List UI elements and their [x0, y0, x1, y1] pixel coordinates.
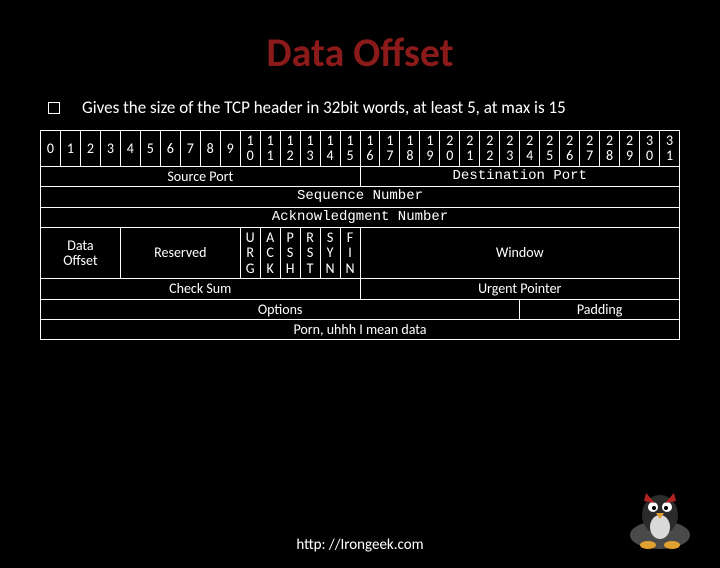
- flag-urg: URG: [240, 227, 260, 278]
- bit-cell: 30: [640, 131, 660, 167]
- reserved-cell: Reserved: [120, 227, 240, 278]
- bit-cell: 14: [320, 131, 340, 167]
- bit-cell: 26: [560, 131, 580, 167]
- seq-row: Sequence Number: [41, 187, 680, 207]
- data-row: Porn, uhhh I mean data: [41, 319, 680, 339]
- bit-number-row: 0 1 2 3 4 5 6 7 8 9 10 11 12 13 14 15 16…: [41, 131, 680, 167]
- bit-cell: 3: [100, 131, 120, 167]
- flag-syn: SYN: [320, 227, 340, 278]
- bit-cell: 5: [140, 131, 160, 167]
- bit-cell: 23: [500, 131, 520, 167]
- bit-cell: 10: [240, 131, 260, 167]
- bit-cell: 31: [660, 131, 680, 167]
- ports-row: Source Port Destination Port: [41, 166, 680, 186]
- checksum-cell: Check Sum: [41, 279, 361, 299]
- tcp-header-table: 0 1 2 3 4 5 6 7 8 9 10 11 12 13 14 15 16…: [40, 130, 680, 340]
- mascot-icon: [620, 485, 700, 550]
- options-row: Options Padding: [41, 299, 680, 319]
- bit-cell: 24: [520, 131, 540, 167]
- bit-cell: 6: [160, 131, 180, 167]
- ack-number-cell: Acknowledgment Number: [41, 207, 680, 227]
- slide-title: Data Offset: [0, 28, 720, 77]
- flag-fin: FIN: [340, 227, 360, 278]
- data-offset-cell: DataOffset: [41, 227, 121, 278]
- bit-cell: 16: [360, 131, 380, 167]
- data-cell: Porn, uhhh I mean data: [41, 319, 680, 339]
- options-cell: Options: [41, 299, 520, 319]
- bit-cell: 7: [180, 131, 200, 167]
- bit-cell: 21: [460, 131, 480, 167]
- bit-cell: 18: [400, 131, 420, 167]
- ack-row: Acknowledgment Number: [41, 207, 680, 227]
- bit-cell: 15: [340, 131, 360, 167]
- bit-cell: 1: [60, 131, 80, 167]
- bullet-text: Gives the size of the TCP header in 32bi…: [82, 97, 566, 118]
- urgent-pointer-cell: Urgent Pointer: [360, 279, 680, 299]
- padding-cell: Padding: [520, 299, 680, 319]
- bit-cell: 19: [420, 131, 440, 167]
- bit-cell: 28: [600, 131, 620, 167]
- bit-cell: 11: [260, 131, 280, 167]
- bit-cell: 2: [80, 131, 100, 167]
- bit-cell: 29: [620, 131, 640, 167]
- bit-cell: 27: [580, 131, 600, 167]
- sequence-number-cell: Sequence Number: [41, 187, 680, 207]
- bit-cell: 9: [220, 131, 240, 167]
- flags-row: DataOffset Reserved URG ACK PSH RST SYN …: [41, 227, 680, 278]
- bit-cell: 20: [440, 131, 460, 167]
- bullet-box-icon: [48, 102, 60, 114]
- bullet-row: Gives the size of the TCP header in 32bi…: [48, 97, 720, 118]
- checksum-row: Check Sum Urgent Pointer: [41, 279, 680, 299]
- bit-cell: 4: [120, 131, 140, 167]
- source-port-cell: Source Port: [41, 166, 361, 186]
- bit-cell: 13: [300, 131, 320, 167]
- bit-cell: 22: [480, 131, 500, 167]
- flag-rst: RST: [300, 227, 320, 278]
- footer-url: http: //Irongeek.com: [0, 536, 720, 554]
- bit-cell: 17: [380, 131, 400, 167]
- flag-psh: PSH: [280, 227, 300, 278]
- window-cell: Window: [360, 227, 680, 278]
- dest-port-cell: Destination Port: [360, 166, 680, 186]
- bit-cell: 25: [540, 131, 560, 167]
- bit-cell: 12: [280, 131, 300, 167]
- flag-ack: ACK: [260, 227, 280, 278]
- bit-cell: 8: [200, 131, 220, 167]
- bit-cell: 0: [41, 131, 61, 167]
